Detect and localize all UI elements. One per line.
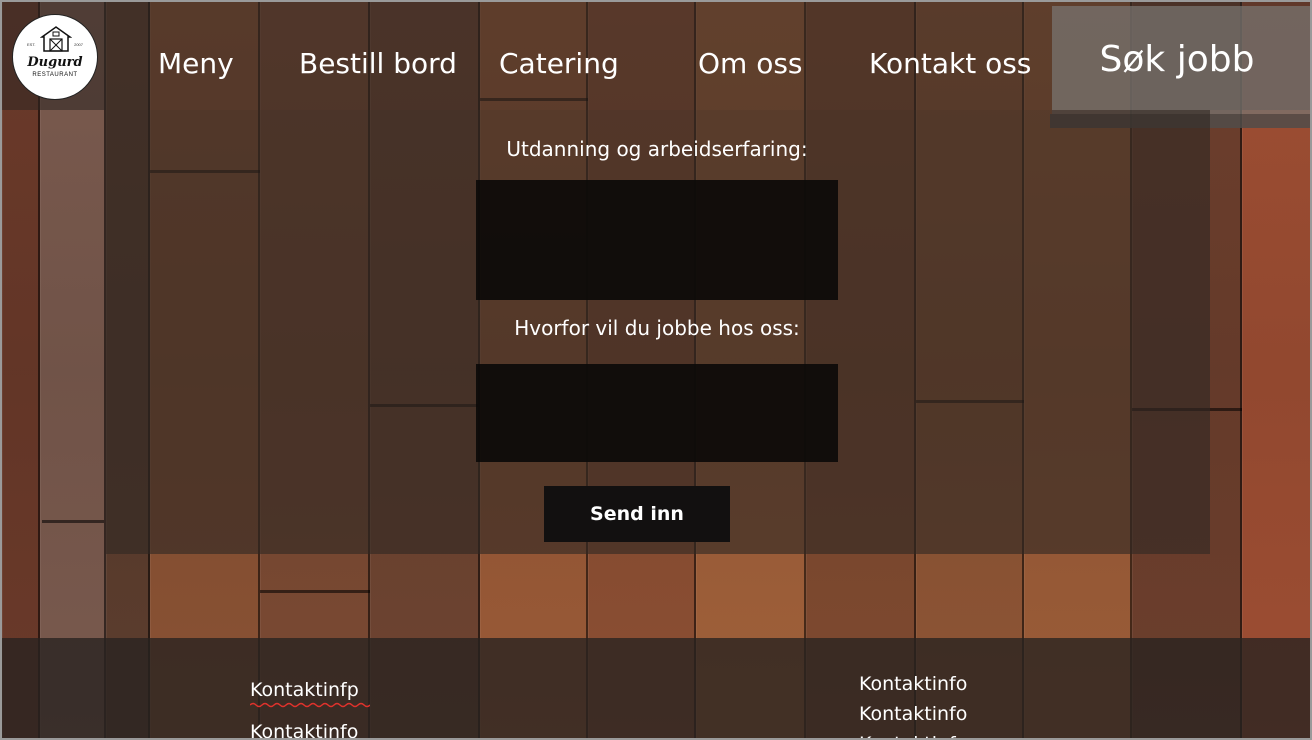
education-label: Utdanning og arbeidserfaring:: [506, 137, 808, 161]
wood-plank: [40, 2, 106, 738]
logo-year: 2007: [74, 42, 83, 47]
logo-subtitle: RESTAURANT: [32, 72, 78, 78]
nav-om-oss[interactable]: Om oss: [698, 46, 803, 82]
footer-contact-link-1[interactable]: Kontaktinfp: [250, 676, 359, 704]
footer-contact-link-3[interactable]: Kontaktinfo: [859, 670, 967, 698]
logo-est: EST.: [27, 42, 36, 47]
spellcheck-underline: [250, 702, 370, 708]
site-footer: [2, 638, 1310, 738]
nav-bestill-bord[interactable]: Bestill bord: [299, 46, 457, 82]
nav-sok-jobb[interactable]: Søk jobb: [1052, 36, 1302, 84]
motivation-label: Hvorfor vil du jobbe hos oss:: [514, 316, 800, 340]
education-experience-field[interactable]: [476, 180, 838, 300]
logo-name: Dugurd: [27, 55, 83, 70]
send-inn-button[interactable]: Send inn: [544, 486, 730, 542]
nav-kontakt-oss[interactable]: Kontakt oss: [869, 46, 1031, 82]
footer-contact-link-5[interactable]: Kontaktinfo: [859, 730, 967, 738]
nav-meny[interactable]: Meny: [158, 46, 234, 82]
footer-contact-link-4[interactable]: Kontaktinfo: [859, 700, 967, 728]
restaurant-logo[interactable]: EST. 2007 Dugurd RESTAURANT: [12, 14, 98, 100]
footer-contact-link-2[interactable]: Kontaktinfo: [250, 718, 358, 738]
motivation-field[interactable]: [476, 364, 838, 462]
browser-viewport: EST. 2007 Dugurd RESTAURANT Meny Bestill…: [0, 0, 1312, 740]
plank-seam: [42, 520, 104, 523]
wood-plank: [2, 2, 40, 738]
plank-seam: [260, 590, 370, 593]
barn-icon: [40, 26, 72, 52]
nav-catering[interactable]: Catering: [499, 46, 619, 82]
